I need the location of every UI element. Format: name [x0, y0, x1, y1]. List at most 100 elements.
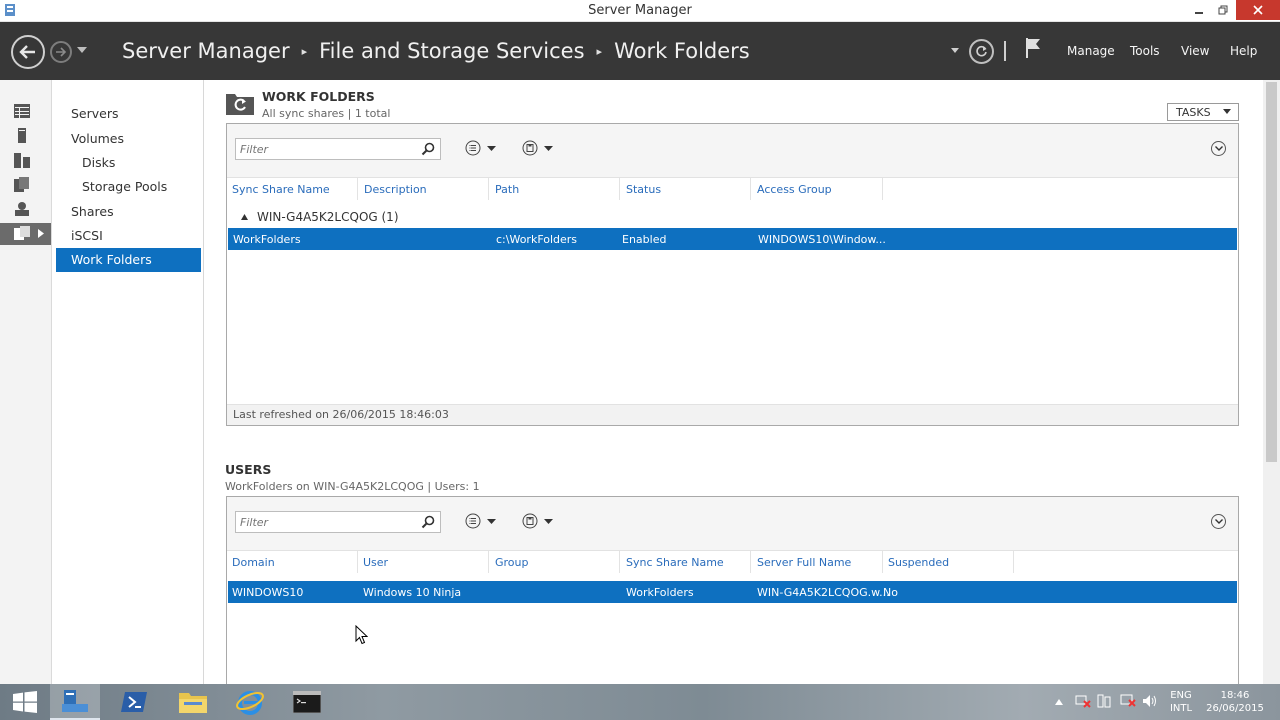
nav-item-servers[interactable]: Servers	[71, 104, 119, 124]
users-save-query-button[interactable]	[522, 513, 553, 529]
collapse-triangle-icon	[241, 214, 248, 220]
manage-menu[interactable]: Manage	[1067, 44, 1115, 58]
column-header-user[interactable]: User	[363, 556, 388, 569]
minimize-button[interactable]	[1188, 0, 1210, 20]
work-folders-filter-input[interactable]	[236, 139, 416, 159]
cell-sync-share-name: WorkFolders	[233, 233, 301, 246]
users-query-options-button[interactable]	[465, 513, 496, 529]
taskbar-internet-explorer[interactable]	[225, 684, 275, 720]
users-filter-input[interactable]	[236, 512, 416, 532]
column-header-status[interactable]: Status	[626, 183, 661, 196]
view-menu[interactable]: View	[1181, 44, 1209, 58]
file-storage-services-icon[interactable]	[13, 225, 31, 241]
column-header-sync-share-name[interactable]: Sync Share Name	[232, 183, 330, 196]
taskbar-powershell[interactable]	[110, 684, 160, 720]
back-button[interactable]	[11, 35, 45, 69]
users-filter[interactable]	[235, 511, 441, 533]
query-options-button[interactable]	[465, 140, 496, 156]
notifications-flag-icon[interactable]	[1024, 37, 1042, 59]
server-group-label: WIN-G4A5K2LCQOG (1)	[257, 210, 399, 224]
taskbar-server-manager[interactable]	[50, 684, 100, 720]
folder-icon	[179, 693, 207, 713]
keyboard-layout: INTL	[1169, 703, 1193, 714]
clock-time: 18:46	[1220, 690, 1250, 701]
show-hidden-icons-icon[interactable]	[1055, 699, 1063, 705]
network-error-icon[interactable]	[1075, 694, 1091, 708]
close-button[interactable]	[1236, 0, 1280, 20]
taskbar: ENG INTL 18:46 26/06/2015	[0, 684, 1280, 720]
restore-button[interactable]	[1212, 0, 1234, 20]
cell-server-full-name: WIN-G4A5K2LCQOG.w...	[757, 586, 890, 599]
column-header-suspended[interactable]: Suspended	[888, 556, 949, 569]
column-header-group[interactable]: Group	[495, 556, 529, 569]
column-separator	[619, 551, 620, 573]
nav-item-volumes[interactable]: Volumes	[71, 129, 124, 149]
all-servers-icon[interactable]	[13, 152, 31, 168]
column-separator	[882, 551, 883, 573]
file-services-icon[interactable]	[13, 176, 31, 192]
dashboard-icon[interactable]	[13, 103, 31, 119]
volume-icon[interactable]	[1142, 694, 1158, 708]
iis-icon[interactable]	[13, 200, 31, 216]
tasks-button[interactable]: TASKS	[1167, 103, 1239, 121]
work-folders-title: WORK FOLDERS	[262, 89, 375, 104]
app-header: Server Manager ▸ File and Storage Servic…	[0, 22, 1280, 80]
nav-item-storage-pools[interactable]: Storage Pools	[82, 177, 167, 197]
column-header-server-full-name[interactable]: Server Full Name	[757, 556, 851, 569]
nav-item-shares[interactable]: Shares	[71, 202, 114, 222]
server-tray-icon[interactable]	[1120, 694, 1136, 708]
users-panel: Domain User Group Sync Share Name Server…	[226, 496, 1239, 686]
server-group-row[interactable]: WIN-G4A5K2LCQOG (1)	[241, 210, 399, 224]
nav-item-work-folders[interactable]: Work Folders	[56, 248, 201, 272]
column-separator	[619, 178, 620, 200]
scrollbar-thumb[interactable]	[1266, 82, 1277, 462]
column-header-path[interactable]: Path	[495, 183, 519, 196]
users-toolbar	[227, 497, 1238, 551]
nav-item-iscsi[interactable]: iSCSI	[71, 226, 103, 246]
breadcrumb-file-storage[interactable]: File and Storage Services	[319, 39, 584, 63]
refresh-dropdown-icon[interactable]	[951, 48, 959, 53]
clock[interactable]: 18:46 26/06/2015	[1200, 689, 1270, 715]
table-row[interactable]: WorkFolders c:\WorkFolders Enabled WINDO…	[228, 228, 1237, 250]
column-header-domain[interactable]: Domain	[232, 556, 275, 569]
nav-item-disks[interactable]: Disks	[82, 153, 115, 173]
users-subtitle: WorkFolders on WIN-G4A5K2LCQOG | Users: …	[225, 480, 480, 493]
refresh-button[interactable]	[969, 39, 994, 64]
refresh-icon	[976, 45, 987, 57]
history-dropdown-icon[interactable]	[77, 47, 87, 53]
action-center-icon[interactable]	[1097, 694, 1111, 708]
input-language-indicator[interactable]: ENG INTL	[1166, 689, 1196, 715]
taskbar-file-explorer[interactable]	[168, 684, 218, 720]
table-row[interactable]: WINDOWS10 Windows 10 Ninja WorkFolders W…	[228, 581, 1237, 603]
column-separator	[357, 178, 358, 200]
search-icon[interactable]	[421, 142, 435, 156]
powershell-icon	[121, 692, 147, 712]
column-header-description[interactable]: Description	[364, 183, 427, 196]
tasks-label: TASKS	[1176, 105, 1211, 119]
icon-rail	[0, 80, 52, 684]
arrow-right-icon	[56, 47, 67, 57]
help-menu[interactable]: Help	[1230, 44, 1257, 58]
restore-icon	[1218, 5, 1228, 15]
windows-logo-icon	[13, 691, 37, 713]
users-collapse-section-button[interactable]	[1211, 514, 1226, 529]
search-icon[interactable]	[421, 515, 435, 529]
cell-sync-share-name: WorkFolders	[626, 586, 694, 599]
save-query-button[interactable]	[522, 140, 553, 156]
breadcrumb-server-manager[interactable]: Server Manager	[122, 39, 290, 63]
column-header-access-group[interactable]: Access Group	[757, 183, 832, 196]
collapse-section-button[interactable]	[1211, 141, 1226, 156]
chevron-down-icon	[544, 518, 553, 524]
cell-access-group: WINDOWS10\Window...	[758, 233, 886, 246]
work-folders-filter[interactable]	[235, 138, 441, 160]
expand-arrow-icon[interactable]	[38, 229, 44, 238]
taskbar-command-prompt[interactable]	[282, 684, 332, 720]
breadcrumb-work-folders: Work Folders	[614, 39, 750, 63]
local-server-icon[interactable]	[13, 127, 31, 143]
navigation-pane: Servers Volumes Disks Storage Pools Shar…	[52, 80, 204, 684]
column-header-sync-share-name[interactable]: Sync Share Name	[626, 556, 724, 569]
chevron-down-icon	[1223, 109, 1231, 114]
forward-button[interactable]	[50, 41, 72, 63]
start-button[interactable]	[0, 684, 50, 720]
tools-menu[interactable]: Tools	[1130, 44, 1160, 58]
